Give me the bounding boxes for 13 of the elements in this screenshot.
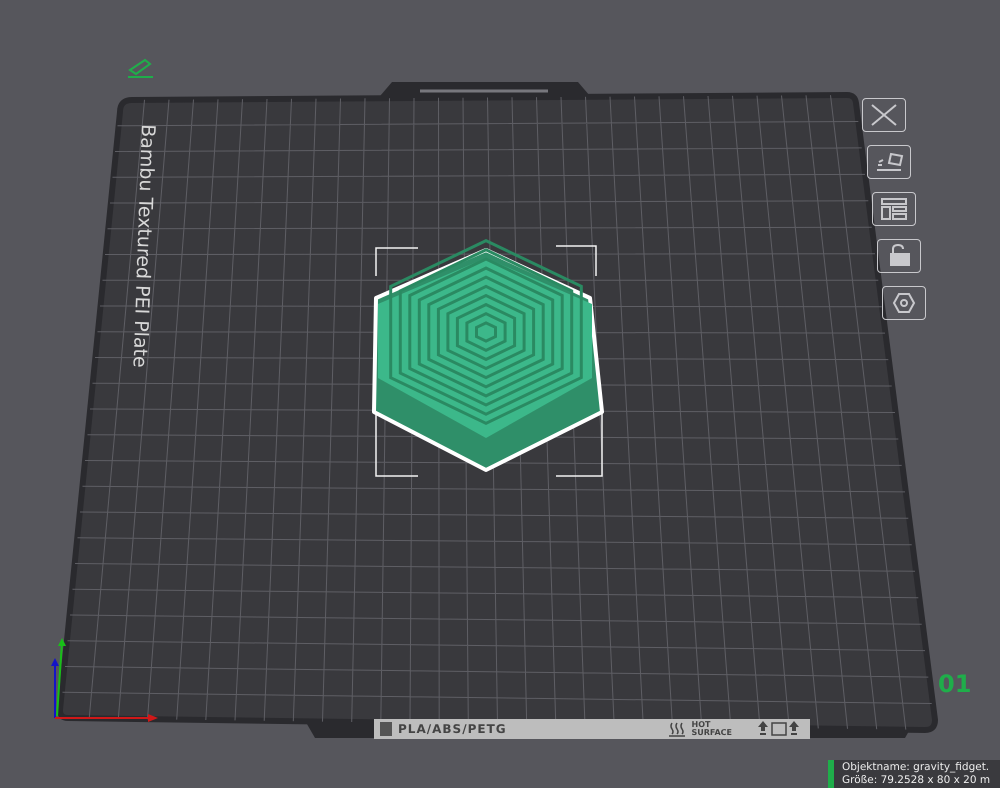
material-label: PLA/ABS/PETG: [398, 722, 507, 736]
edit-pencil-icon[interactable]: [127, 58, 154, 78]
hex-nut-icon[interactable]: [882, 286, 926, 320]
plate-name: Bambu Textured PEI Plate: [128, 124, 159, 368]
plate-number: 01: [938, 670, 972, 698]
close-icon[interactable]: [862, 98, 906, 132]
auto-arrange-icon[interactable]: [867, 145, 911, 179]
heat-icon: [668, 721, 686, 737]
hot-surface-warning: HOT SURFACE: [692, 721, 732, 737]
layout-icon[interactable]: [872, 192, 916, 226]
tooltip-text: Objektname: gravity_fidget.: [842, 761, 990, 774]
tooltip-text: Größe: 79.2528 x 80 x 20 m: [842, 774, 992, 787]
unlock-icon[interactable]: [877, 239, 921, 273]
